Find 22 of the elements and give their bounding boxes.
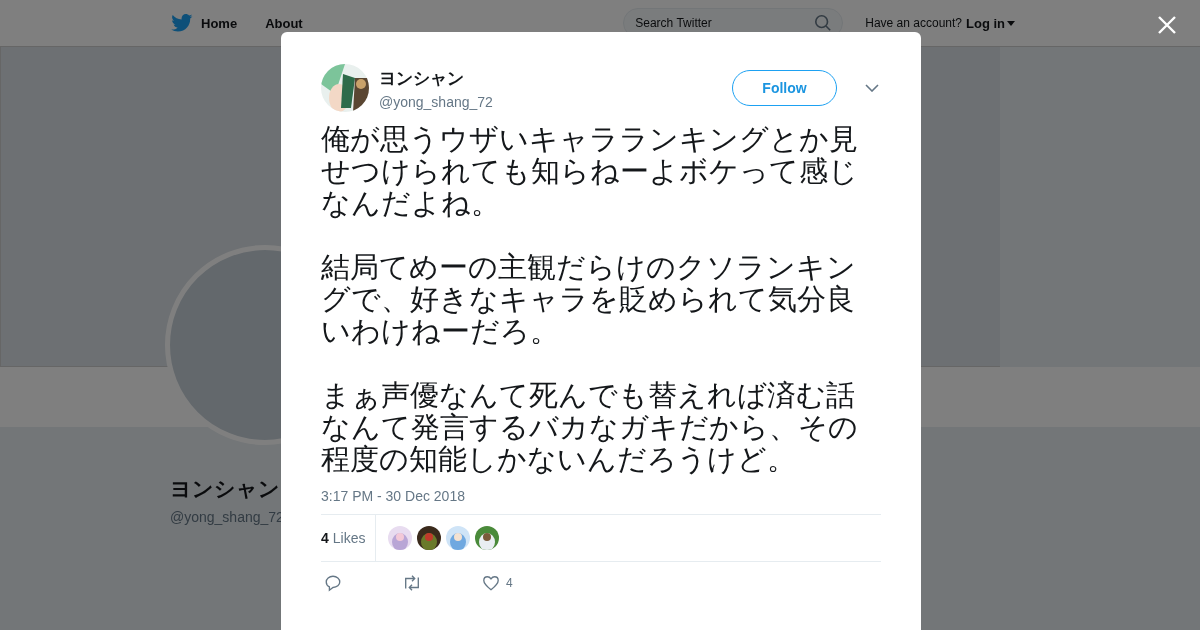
tweet-text: 俺が思うウザいキャラランキングとか見せつけられても知らねーよボケって感じなんだよね。 — [321, 124, 859, 220]
likes-count[interactable]: 4 Likes — [321, 515, 377, 561]
reply-icon[interactable] — [324, 574, 342, 592]
nav-link[interactable]: About — [265, 15, 303, 31]
login-link[interactable]: Log in — [966, 15, 1015, 31]
profile-name: ヨンシャン — [170, 476, 280, 502]
nav-link[interactable]: Home — [201, 15, 238, 31]
chevron-down-icon[interactable] — [865, 84, 879, 92]
tweet-text: 結局てめーの主観だらけのクソランキングで、好きなキャラを貶められて気分良いわけねーだろ。 — [321, 252, 857, 348]
retweet-icon[interactable] — [402, 574, 422, 592]
tweet-timestamp[interactable]: 3:17 PM - 30 Dec 2018 — [321, 488, 881, 504]
account-prompt: Have an account? — [865, 16, 962, 30]
search-icon[interactable] — [814, 14, 833, 32]
heart-icon[interactable] — [482, 574, 500, 592]
caret-icon — [1007, 20, 1015, 26]
tweet-text: まぁ声優なんて死んでも替えれば済む話なんて発言するバカなガキだから、その程度の知能しかないんだろうけど。 — [321, 380, 859, 476]
author-handle[interactable]: @yong_shang_72 — [379, 93, 732, 110]
close-icon[interactable] — [1157, 15, 1177, 35]
like-count: 4 — [506, 576, 513, 590]
follow-button[interactable]: Follow — [732, 70, 837, 106]
profile-handle: @yong_shang_72 — [170, 509, 284, 525]
author-name[interactable]: ヨンシャン — [379, 66, 732, 90]
